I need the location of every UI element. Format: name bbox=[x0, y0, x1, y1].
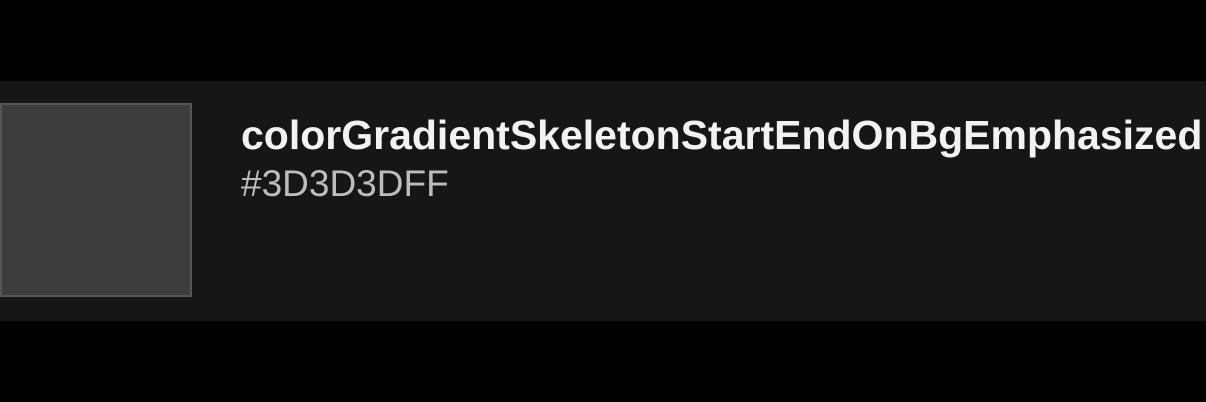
color-token-row[interactable]: colorGradientSkeletonStartEndOnBgEmphasi… bbox=[0, 81, 1206, 321]
color-swatch bbox=[0, 103, 192, 297]
token-text-group: colorGradientSkeletonStartEndOnBgEmphasi… bbox=[241, 111, 1203, 206]
token-value: #3D3D3DFF bbox=[241, 163, 449, 204]
token-name: colorGradientSkeletonStartEndOnBgEmphasi… bbox=[241, 112, 1203, 158]
screen: colorGradientSkeletonStartEndOnBgEmphasi… bbox=[0, 0, 1206, 402]
